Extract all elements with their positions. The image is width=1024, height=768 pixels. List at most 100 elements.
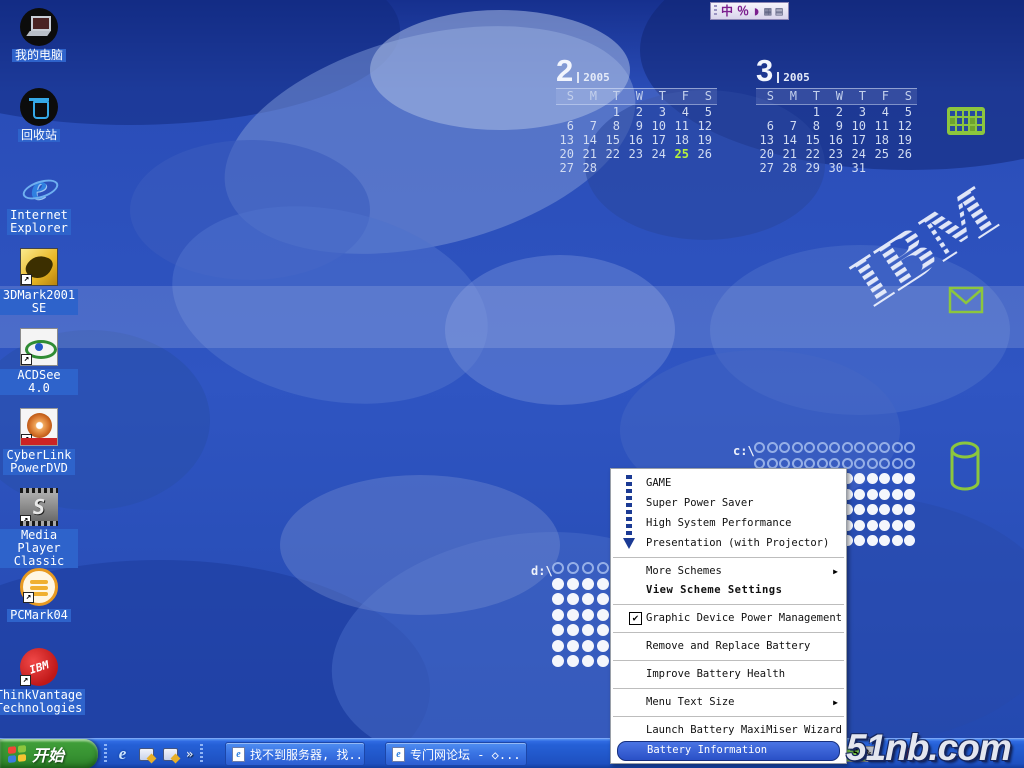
taskbar-button[interactable]: e专门网论坛 - ◇... <box>385 742 527 766</box>
disk-usage-dot <box>854 520 865 531</box>
disk-usage-dot <box>904 489 915 500</box>
desktop-icon-mpc[interactable]: S↗Media Player Classic <box>0 488 78 568</box>
desktop-icon-powerdvd[interactable]: ↗CyberLink PowerDVD <box>0 408 78 475</box>
desktop-icon-label: ThinkVantage Technologies <box>0 689 85 715</box>
menu-item-more-schemes[interactable]: More Schemes▶ <box>611 562 846 581</box>
disk-usage-dot <box>904 473 915 484</box>
disk-usage-dot <box>867 489 878 500</box>
calendar-day: 14 <box>579 133 602 147</box>
disk-usage-dot <box>829 458 840 469</box>
calendar-day <box>556 105 579 119</box>
disk-usage-dot <box>892 489 903 500</box>
start-button[interactable]: 开始 <box>0 739 98 768</box>
disk-usage-dot <box>854 473 865 484</box>
disk-usage-dot <box>567 624 579 636</box>
menu-item-presentation-with-projector-[interactable]: Presentation (with Projector) <box>611 533 846 553</box>
calendar-week-row: 2728 <box>556 161 717 175</box>
menu-item-menu-text-size[interactable]: Menu Text Size▶ <box>611 693 846 712</box>
quick-launch-grip[interactable] <box>104 744 107 764</box>
disk-usage-dot <box>904 504 915 515</box>
disk-usage-dot <box>552 624 564 636</box>
taskbar-button[interactable]: e找不到服务器, 找... <box>225 742 365 766</box>
disk-usage-dot <box>567 578 579 590</box>
calendar-day: 25 <box>871 147 894 161</box>
disk-usage-dot <box>767 458 778 469</box>
disk-usage-dot <box>867 473 878 484</box>
disk-usage-dot <box>804 458 815 469</box>
menu-separator <box>613 660 844 661</box>
disk-usage-dot <box>567 562 579 574</box>
desktop-icon-label: 回收站 <box>18 129 60 142</box>
mail-quick-launch-icon[interactable] <box>138 746 155 763</box>
desktop-icon-label: Internet Explorer <box>7 209 71 235</box>
menu-item-game[interactable]: GAME <box>611 473 846 493</box>
quick-launch: e » <box>100 739 203 768</box>
disk-usage-dot <box>767 442 778 453</box>
my-computer-icon <box>20 8 58 46</box>
show-desktop-icon[interactable] <box>162 746 179 763</box>
calendar-day: 3 <box>848 105 871 119</box>
menu-item-high-system-performance[interactable]: High System Performance <box>611 513 846 533</box>
disk-usage-dot <box>854 489 865 500</box>
calendar-day <box>602 161 625 175</box>
acdsee-icon: ↗ <box>20 328 58 366</box>
desktop-icon-my-computer[interactable]: 我的电脑 <box>0 8 78 62</box>
calendar-day: 22 <box>602 147 625 161</box>
menu-separator <box>613 632 844 633</box>
disk-usage-dot <box>597 624 609 636</box>
calendar-day <box>671 161 694 175</box>
quick-launch-chevron-icon[interactable]: » <box>186 747 193 761</box>
calendar-day: 27 <box>756 161 779 175</box>
menu-separator <box>613 716 844 717</box>
width-mode-icon[interactable]: ％ <box>737 4 749 18</box>
desktop-icon-3dmark[interactable]: ↗3DMark2001 SE <box>0 248 78 315</box>
calendar-week-row: 20212223242526 <box>756 147 917 161</box>
thinkvantage-icon: IBM↗ <box>20 648 58 686</box>
menu-item-super-power-saver[interactable]: Super Power Saver <box>611 493 846 513</box>
disk-cylinder-widget-icon <box>948 440 982 492</box>
ie-icon: e <box>20 168 58 206</box>
desktop-icon-label: Media Player Classic <box>0 529 78 568</box>
langbar-grip[interactable] <box>714 5 717 17</box>
menu-item-view-scheme-settings[interactable]: View Scheme Settings <box>611 581 846 600</box>
language-bar[interactable]: 中 ％ ◗ ▦ ▤ <box>710 2 789 20</box>
desktop-icon-thinkvantage[interactable]: IBM↗ThinkVantage Technologies <box>0 648 78 715</box>
disk-usage-dot <box>867 442 878 453</box>
calendar-day <box>694 161 717 175</box>
soft-keyboard-icon[interactable]: ▦ <box>764 4 771 18</box>
ie-document-icon: e <box>392 747 405 762</box>
calendar-day: 6 <box>556 119 579 133</box>
disk-usage-dot <box>904 520 915 531</box>
calendar-month-3: 32005SMTWTFS1234567891011121314151617181… <box>756 52 917 175</box>
desktop-icon-ie[interactable]: e Internet Explorer <box>0 168 78 235</box>
desktop-icon-pcmark[interactable]: ↗PCMark04 <box>0 568 78 622</box>
forum-watermark: 51nb.com <box>846 727 1011 768</box>
menu-item-battery-information[interactable]: Battery Information <box>617 741 840 761</box>
shortcut-arrow-icon: ↗ <box>21 354 32 365</box>
ie-quick-launch-icon[interactable]: e <box>114 746 131 763</box>
disk-usage-dot <box>582 609 594 621</box>
disk-usage-dot <box>904 442 915 453</box>
disk-usage-dot <box>582 624 594 636</box>
menu-separator <box>613 688 844 689</box>
desktop-icon-recycle-bin[interactable]: 回收站 <box>0 88 78 142</box>
menu-item-graphic-device-power-management[interactable]: ✔Graphic Device Power Management <box>611 609 846 628</box>
menu-item-launch-battery-maximiser-wizard[interactable]: Launch Battery MaxiMiser Wizard <box>611 721 846 740</box>
disk-usage-dot <box>892 473 903 484</box>
menu-item-improve-battery-health[interactable]: Improve Battery Health <box>611 665 846 684</box>
disk-usage-dot <box>867 504 878 515</box>
ime-menu-icon[interactable]: ▤ <box>776 4 783 18</box>
punctuation-mode-icon[interactable]: ◗ <box>753 4 760 18</box>
chinese-indicator-icon[interactable]: 中 <box>721 4 733 18</box>
taskband-grip[interactable] <box>200 744 203 764</box>
disk-usage-dot <box>892 442 903 453</box>
calendar-day: 8 <box>602 119 625 133</box>
calendar-day: 24 <box>648 147 671 161</box>
calendar-month-2: 22005SMTWTFS1234567891011121314151617181… <box>556 52 717 175</box>
calendar-day <box>625 161 648 175</box>
menu-item-remove-and-replace-battery[interactable]: Remove and Replace Battery <box>611 637 846 656</box>
disk-usage-dot <box>879 473 890 484</box>
disk-usage-dot <box>879 489 890 500</box>
menu-separator <box>613 604 844 605</box>
desktop-icon-acdsee[interactable]: ↗ACDSee 4.0 <box>0 328 78 395</box>
